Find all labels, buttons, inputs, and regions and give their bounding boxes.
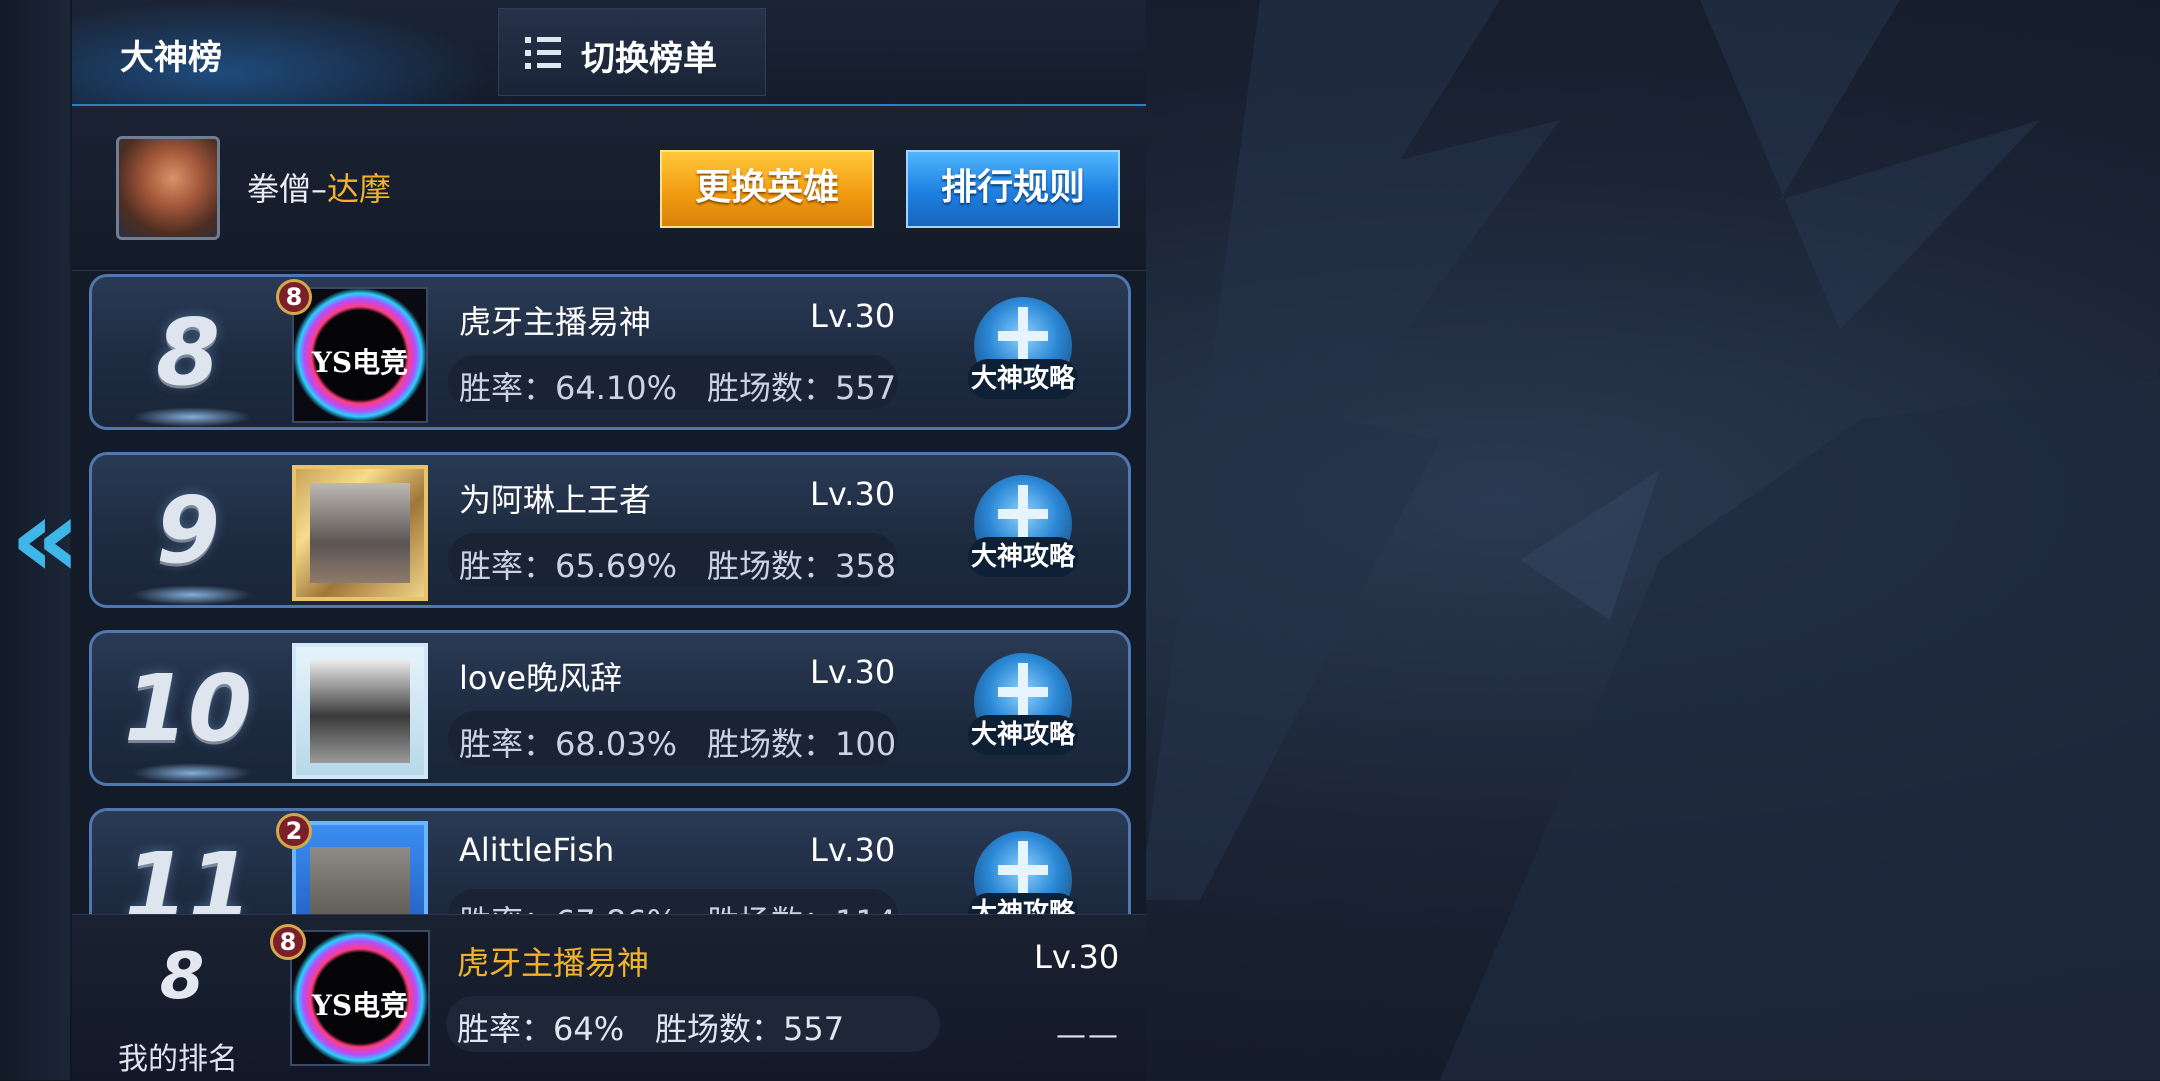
ranking-list[interactable]: 8 YS电竞 8 虎牙主播易神 Lv.30 胜率：64.10% 胜场数：557 … (72, 272, 1146, 914)
guide-label: 大神攻略 (968, 715, 1078, 755)
my-win-rate: 胜率：64% (457, 1010, 625, 1048)
rank-glow (132, 585, 252, 605)
win-rate: 胜率：65.69% (459, 547, 678, 585)
wins-count: 胜场数：358 (707, 547, 897, 585)
guide-button[interactable]: 大神攻略 (968, 475, 1078, 585)
level-badge: 2 (276, 813, 312, 849)
ranking-row[interactable]: 8 YS电竞 8 虎牙主播易神 Lv.30 胜率：64.10% 胜场数：557 … (89, 274, 1131, 430)
background-emblem (1140, 0, 2160, 1080)
ranking-rules-button[interactable]: 排行规则 (906, 150, 1120, 228)
ranking-row[interactable]: 10 love晚风辞 Lv.30 胜率：68.03% 胜场数：100 大神攻略 (89, 630, 1131, 786)
page-title: 大神榜 (120, 38, 222, 78)
win-rate: 胜率：67.86% (459, 897, 677, 914)
ranking-row[interactable]: 9 为阿琳上王者 Lv.30 胜率：65.69% 胜场数：358 大神攻略 (89, 452, 1131, 608)
my-rank-number: 8 (159, 940, 205, 1014)
wins-count: 胜场数：557 (707, 369, 897, 407)
guide-label: 大神攻略 (968, 893, 1078, 914)
rank-glow (132, 763, 252, 783)
my-avatar[interactable]: YS电竞 (290, 930, 430, 1066)
player-name: AlittleFish (459, 831, 615, 869)
avatar-logo-text: YS电竞 (311, 989, 409, 1022)
rank-number: 8 (155, 299, 220, 406)
list-icon (525, 37, 561, 69)
player-level: Lv.30 (810, 297, 896, 335)
player-level: Lv.30 (810, 831, 896, 869)
my-player-level: Lv.30 (1034, 938, 1120, 976)
guide-label: 大神攻略 (968, 359, 1078, 399)
my-player-name: 虎牙主播易神 (457, 944, 650, 982)
my-wins-count: 胜场数：557 (655, 1010, 845, 1048)
player-level: Lv.30 (810, 653, 896, 691)
rank-number: 9 (155, 477, 220, 584)
switch-list-label: 切换榜单 (581, 39, 717, 79)
rank-number: 11 (123, 833, 253, 914)
player-avatar[interactable] (292, 465, 428, 601)
player-avatar[interactable] (292, 643, 428, 779)
win-rate: 胜率：68.03% (459, 725, 678, 763)
wins-count: 胜场数：114 (707, 897, 896, 914)
guide-label: 大神攻略 (968, 537, 1078, 577)
avatar-logo-text: YS电竞 (311, 346, 409, 379)
win-rate: 胜率：64.10% (459, 369, 678, 407)
my-extra-value: —— (1056, 1018, 1120, 1053)
my-rank-label: 我的排名 (118, 1042, 238, 1077)
player-name: love晚风辞 (459, 659, 623, 697)
back-chevron-icon[interactable]: « (10, 483, 81, 593)
player-name: 虎牙主播易神 (459, 303, 652, 341)
ranking-row[interactable]: 11 2 AlittleFish Lv.30 胜率：67.86% 胜场数：114… (89, 808, 1131, 914)
guide-button[interactable]: 大神攻略 (968, 831, 1078, 914)
player-avatar[interactable]: YS电竞 (292, 287, 428, 423)
switch-list-button[interactable]: 切换榜单 (498, 8, 766, 96)
guide-button[interactable]: 大神攻略 (968, 297, 1078, 407)
change-hero-button[interactable]: 更换英雄 (660, 150, 874, 228)
rank-glow (132, 407, 252, 427)
player-level: Lv.30 (810, 475, 896, 513)
guide-button[interactable]: 大神攻略 (968, 653, 1078, 763)
wins-count: 胜场数：100 (707, 725, 897, 763)
hero-name: 拳僧–达摩 (247, 170, 392, 208)
rank-number: 10 (123, 655, 253, 762)
hero-avatar[interactable] (116, 136, 220, 240)
player-name: 为阿琳上王者 (459, 481, 652, 519)
level-badge: 8 (276, 279, 312, 315)
my-level-badge: 8 (270, 924, 306, 960)
player-avatar[interactable] (292, 821, 428, 914)
